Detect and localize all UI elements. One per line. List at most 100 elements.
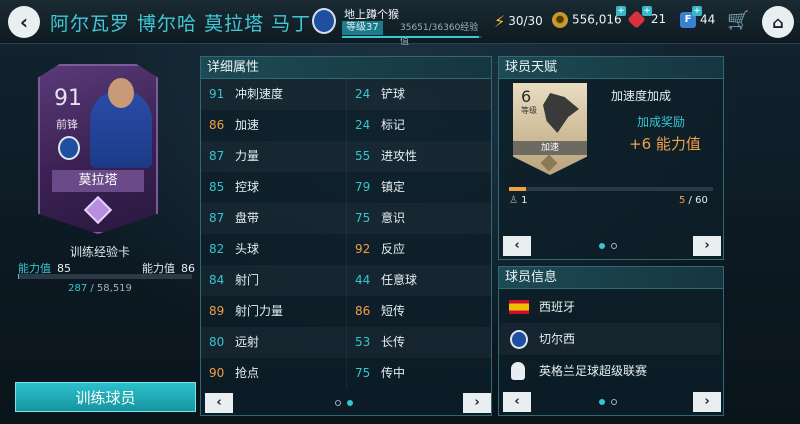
card-position: 前锋 — [56, 118, 78, 131]
attribute-name: 短传 — [381, 304, 406, 318]
add-coins-button[interactable]: + — [616, 6, 626, 16]
attribute-cell: 86 短传 — [346, 296, 491, 327]
add-gems-button[interactable]: + — [642, 6, 652, 16]
add-fifa-points-button[interactable]: + — [692, 6, 702, 16]
training-exp-current: 287 — [68, 283, 88, 294]
talent-rank-icon — [540, 154, 558, 172]
coin-icon: ● — [552, 12, 568, 28]
attribute-name: 控球 — [235, 180, 260, 194]
attribute-value: 79 — [355, 180, 371, 194]
user-xp-bar — [342, 36, 482, 38]
attribute-value: 53 — [355, 335, 371, 349]
attribute-value: 44 — [355, 273, 371, 287]
home-button[interactable]: ⌂ — [762, 6, 794, 38]
cart-icon[interactable]: 🛒 — [727, 10, 749, 31]
talent-level: 6 — [521, 87, 532, 106]
card-club-badge-icon — [58, 136, 80, 160]
attribute-value: 24 — [355, 118, 371, 132]
attribute-name: 射门 — [235, 273, 260, 287]
attribute-cell: 87 力量 — [201, 141, 346, 172]
attribute-value: 55 — [355, 149, 371, 163]
back-button[interactable]: ‹ — [8, 6, 40, 38]
user-profile[interactable]: 地上蹲个猴 等级37 35651/36360经验值 — [312, 6, 482, 47]
attribute-cell: 80 远射 — [201, 327, 346, 358]
attribute-value: 87 — [209, 149, 225, 163]
page-dot-active — [599, 243, 605, 249]
talent-next-button[interactable]: › — [693, 236, 721, 256]
attribute-cell: 84 射门 — [201, 265, 346, 296]
attribute-name: 射门力量 — [235, 304, 284, 318]
attribute-value: 85 — [209, 180, 225, 194]
page-dot — [335, 400, 341, 406]
page-dot — [611, 399, 617, 405]
talent-skill-title: 加速度加成 — [611, 89, 672, 103]
attributes-grid: 91 冲刺速度 24 铲球 86 加速 24 标记 87 力量 55 进攻性 85 控球 79 镇定 87 盘带 7… — [201, 79, 491, 389]
talent-bonus-value: +6 能力值 — [629, 135, 701, 153]
coins-counter[interactable]: ● 556,016 + — [552, 6, 626, 28]
talent-panel: 球员天赋 6 等级 加速 加速度加成 加成奖励 +6 能力值 ♙ 1 5 / 6… — [498, 56, 724, 260]
attribute-cell: 85 控球 — [201, 172, 346, 203]
gems-counter[interactable]: 21 + — [627, 6, 666, 29]
talent-card[interactable]: 6 等级 加速 — [513, 83, 587, 175]
attribute-name: 加速 — [235, 118, 260, 132]
stamina-counter[interactable]: ⚡ 30/30 — [494, 12, 543, 31]
training-exp-bar-fill — [18, 274, 19, 279]
attribute-value: 89 — [209, 304, 225, 318]
attribute-name: 盘带 — [235, 211, 260, 225]
sprinter-icon — [543, 93, 579, 133]
person-icon: ♙ — [509, 195, 518, 206]
attribute-row: 87 盘带 75 意识 — [201, 203, 491, 234]
info-row-league: 英格兰足球超级联赛 — [499, 355, 721, 387]
card-program-icon — [83, 195, 113, 225]
info-row-club: 切尔西 — [499, 323, 721, 355]
attributes-prev-button[interactable]: ‹ — [205, 393, 233, 413]
talent-progress-bar-fill — [509, 187, 526, 191]
fifa-points-counter[interactable]: F 44 + — [680, 6, 715, 28]
train-player-button[interactable]: 训练球员 — [15, 382, 196, 412]
attribute-row: 87 力量 55 进攻性 — [201, 141, 491, 172]
talent-progress-bar — [509, 187, 713, 191]
attributes-next-button[interactable]: › — [463, 393, 491, 413]
attribute-cell: 75 传中 — [346, 358, 491, 389]
user-xp: 35651/36360经验值 — [400, 23, 479, 47]
attribute-cell: 24 标记 — [346, 110, 491, 141]
player-card[interactable]: 91 前锋 莫拉塔 — [38, 64, 158, 234]
attribute-cell: 92 反应 — [346, 234, 491, 265]
premier-league-icon — [511, 362, 525, 380]
spain-flag-icon — [509, 300, 529, 314]
attribute-name: 长传 — [381, 335, 406, 349]
attribute-row: 89 射门力量 86 短传 — [201, 296, 491, 327]
lightning-icon: ⚡ — [494, 12, 506, 31]
club-badge-icon — [312, 8, 336, 34]
attribute-cell: 89 射门力量 — [201, 296, 346, 327]
attribute-name: 意识 — [381, 211, 406, 225]
attribute-cell: 53 长传 — [346, 327, 491, 358]
user-xp-bar-fill — [342, 36, 480, 38]
home-icon: ⌂ — [772, 12, 784, 32]
talent-prev-button[interactable]: ‹ — [503, 236, 531, 256]
info-row-nation: 西班牙 — [499, 291, 721, 323]
player-photo — [90, 78, 152, 168]
attribute-name: 进攻性 — [381, 149, 418, 163]
attribute-row: 90 抢点 75 传中 — [201, 358, 491, 389]
attribute-cell: 87 盘带 — [201, 203, 346, 234]
info-next-button[interactable]: › — [693, 392, 721, 412]
talent-level-unit: 等级 — [521, 106, 537, 115]
talent-bonus-label: 加成奖励 — [637, 115, 686, 129]
training-exp-text: 287 / 58,519 — [0, 283, 200, 294]
attribute-value: 75 — [355, 211, 371, 225]
attribute-name: 头球 — [235, 242, 260, 256]
info-prev-button[interactable]: ‹ — [503, 392, 531, 412]
card-rating: 91 — [54, 86, 82, 111]
attribute-value: 87 — [209, 211, 225, 225]
attribute-value: 91 — [209, 87, 225, 101]
stamina-value: 30/30 — [508, 14, 543, 28]
attribute-value: 90 — [209, 366, 225, 380]
attribute-value: 84 — [209, 273, 225, 287]
player-info-panel: 球员信息 西班牙 切尔西 英格兰足球超级联赛 ‹ › — [498, 266, 724, 416]
attribute-row: 91 冲刺速度 24 铲球 — [201, 79, 491, 110]
attribute-cell: 82 头球 — [201, 234, 346, 265]
attribute-name: 标记 — [381, 118, 406, 132]
coins-value: 556,016 — [572, 12, 622, 27]
attribute-name: 冲刺速度 — [235, 87, 284, 101]
